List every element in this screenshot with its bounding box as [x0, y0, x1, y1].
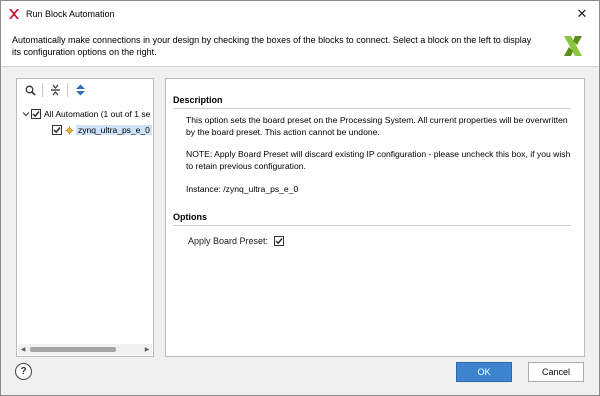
window-title: Run Block Automation: [26, 9, 115, 19]
search-icon[interactable]: [22, 82, 38, 98]
ip-block-icon: [65, 126, 74, 134]
instance-text: Instance: /zynq_ultra_ps_e_0: [186, 184, 299, 194]
toolbar-divider: [67, 83, 68, 97]
apply-board-preset-option: Apply Board Preset:: [188, 236, 285, 246]
expand-all-icon[interactable]: [72, 82, 88, 98]
xilinx-logo-icon: [9, 9, 19, 19]
ok-button[interactable]: OK: [456, 362, 512, 382]
run-block-automation-dialog: Run Block Automation ✕ Automatically mak…: [0, 0, 600, 396]
collapse-all-icon[interactable]: [47, 82, 63, 98]
title-bar: Run Block Automation ✕: [1, 1, 599, 27]
scroll-right-icon[interactable]: ▶: [142, 344, 152, 355]
apply-board-preset-label: Apply Board Preset:: [188, 236, 269, 246]
description-text: This option sets the board preset on the…: [186, 115, 568, 137]
toolbar-divider: [42, 83, 43, 97]
scrollbar-thumb[interactable]: [30, 347, 116, 352]
scrollbar-track[interactable]: [28, 344, 142, 355]
xilinx-logo-icon: [564, 36, 582, 56]
apply-board-preset-checkbox[interactable]: [274, 236, 285, 246]
block-tree-panel: All Automation (1 out of 1 se zynq_ultra…: [16, 78, 154, 357]
close-icon[interactable]: ✕: [565, 1, 599, 27]
tree-item-label: zynq_ultra_ps_e_0: [76, 125, 152, 135]
description-heading: Description: [173, 95, 571, 109]
tree-toolbar: [17, 79, 153, 101]
tree-item-label: All Automation (1 out of 1 se: [44, 109, 151, 119]
details-panel: Description This option sets the board p…: [165, 78, 585, 357]
zynq-checkbox[interactable]: [52, 125, 62, 135]
tree-item-zynq-ultra-ps[interactable]: zynq_ultra_ps_e_0: [52, 123, 152, 137]
note-text: NOTE: Apply Board Preset will discard ex…: [186, 149, 571, 171]
scroll-left-icon[interactable]: ◀: [18, 344, 28, 355]
tree-horizontal-scrollbar[interactable]: ◀ ▶: [18, 344, 152, 355]
cancel-button[interactable]: Cancel: [528, 362, 584, 382]
all-automation-checkbox[interactable]: [31, 109, 41, 119]
options-heading: Options: [173, 212, 571, 226]
dialog-header: Automatically make connections in your d…: [1, 27, 599, 67]
help-icon[interactable]: ?: [15, 363, 32, 380]
chevron-down-icon[interactable]: [21, 109, 31, 119]
header-description: Automatically make connections in your d…: [12, 35, 532, 57]
tree-item-all-automation[interactable]: All Automation (1 out of 1 se: [21, 107, 150, 121]
